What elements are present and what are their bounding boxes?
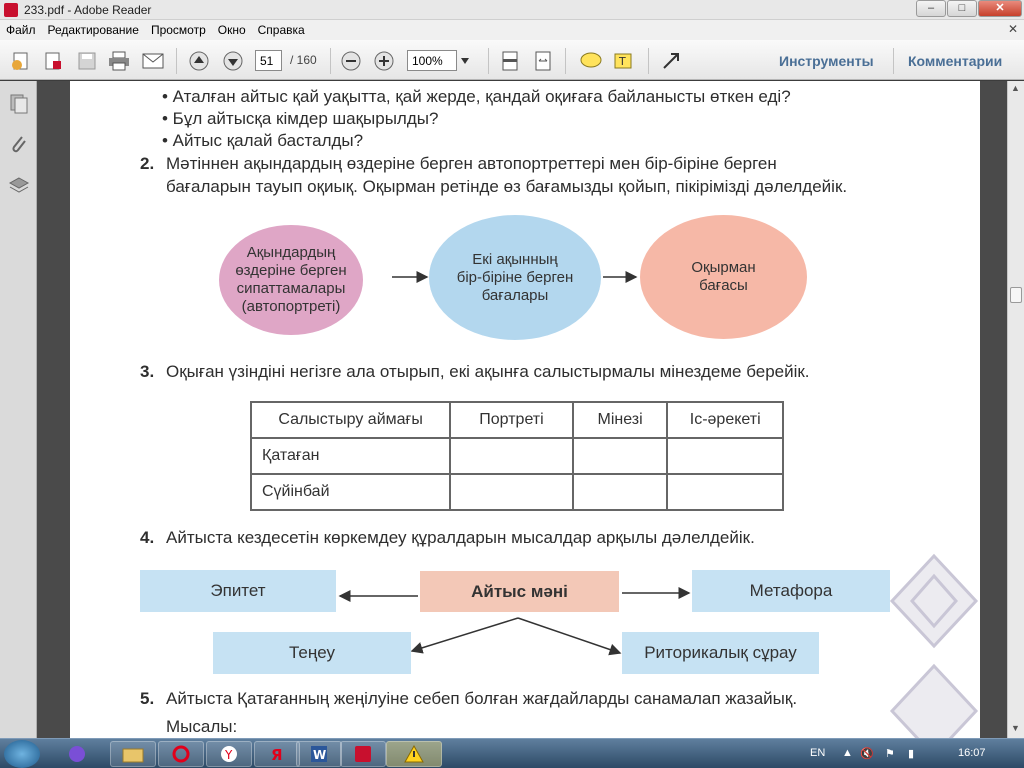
title-bar: 233.pdf - Adobe Reader – □ ✕: [0, 0, 1024, 20]
box-epithet: Эпитет: [140, 570, 336, 612]
comment-icon[interactable]: [580, 50, 602, 72]
taskbar: Y Я W EN ▲ 🔇 ⚑ ▮ 16:07: [0, 738, 1024, 768]
table-cell: [449, 437, 574, 475]
toolbar: 51 / 160 100% T Инструменты Комментарии: [0, 40, 1024, 80]
zoom-out-icon[interactable]: [340, 50, 362, 72]
page-gutter-left: [37, 81, 70, 738]
svg-text:T: T: [618, 55, 626, 68]
box-comparison: Теңеу: [213, 632, 411, 674]
taskbar-adobe-reader-icon[interactable]: [340, 741, 386, 767]
comments-button[interactable]: Комментарии: [908, 53, 1002, 69]
ornament-decoration: [889, 553, 979, 738]
menu-help[interactable]: Справка: [252, 23, 311, 37]
svg-text:W: W: [313, 748, 326, 762]
edit-pdf-icon[interactable]: [42, 50, 64, 72]
maximize-button[interactable]: □: [947, 0, 977, 17]
navigation-panel: [0, 81, 37, 738]
table-cell: [571, 473, 669, 511]
table-header-cell: Салыстыру аймағы: [249, 401, 452, 439]
tools-button[interactable]: Инструменты: [779, 53, 874, 69]
expand-icon[interactable]: [660, 50, 682, 72]
start-button[interactable]: [4, 740, 40, 768]
menu-bar: Файл Редактирование Просмотр Окно Справк…: [0, 20, 1024, 40]
show-hidden-icons-icon[interactable]: ▲: [842, 747, 853, 759]
fit-page-icon[interactable]: [499, 50, 521, 72]
table-cell: [666, 473, 784, 511]
window-title: 233.pdf - Adobe Reader: [24, 3, 152, 17]
svg-text:Я: Я: [271, 746, 283, 763]
create-pdf-icon[interactable]: [10, 50, 32, 72]
email-icon[interactable]: [142, 50, 164, 72]
adobe-reader-icon: [4, 3, 18, 17]
scroll-down-icon[interactable]: ▼: [1011, 723, 1020, 733]
language-indicator[interactable]: EN: [810, 747, 825, 759]
center-box-aitys-meaning: Айтыс мәні: [420, 571, 619, 612]
menu-edit[interactable]: Редактирование: [42, 23, 145, 37]
table-cell: [666, 437, 784, 475]
document-close-icon[interactable]: ✕: [1008, 22, 1018, 36]
taskbar-explorer-icon[interactable]: [110, 741, 156, 767]
table-row-label: Қатаған: [249, 437, 452, 475]
document-page: • Аталған айтыс қай уақытта, қай жерде, …: [70, 81, 980, 738]
question-5-number: 5.: [140, 689, 155, 708]
example-label: Мысалы:: [166, 717, 238, 736]
question-4-text: Айтыста кездесетін көркемдеу құралдарын …: [166, 528, 755, 547]
attachments-icon[interactable]: [8, 133, 30, 155]
zoom-dropdown-icon[interactable]: [457, 50, 473, 72]
save-icon[interactable]: [76, 50, 98, 72]
question-5-text: Айтыста Қатағанның жеңілуіне себеп болға…: [166, 689, 798, 708]
box-rhetorical-question: Риторикалық сұрау: [622, 632, 819, 674]
table-cell: [571, 437, 669, 475]
pages-icon[interactable]: [8, 93, 30, 115]
question-3-text: Оқыған үзіндіні негізге ала отырып, екі …: [166, 362, 810, 381]
close-button[interactable]: ✕: [978, 0, 1022, 17]
question-3-number: 3.: [140, 362, 155, 381]
zoom-in-icon[interactable]: [373, 50, 395, 72]
layers-icon[interactable]: [8, 175, 30, 197]
table-row: Сүйінбай: [249, 473, 784, 511]
table-row: Қатаған: [249, 437, 784, 475]
vertical-scrollbar[interactable]: ▲ ▼: [1007, 81, 1024, 738]
minimize-button[interactable]: –: [916, 0, 946, 17]
previous-page-icon[interactable]: [188, 50, 210, 72]
svg-text:Y: Y: [224, 748, 233, 762]
table-header-cell: Мінезі: [571, 401, 669, 439]
table-header-cell: Іс-әрекеті: [666, 401, 784, 439]
taskbar-yandex-icon[interactable]: Я: [254, 741, 300, 767]
clock[interactable]: 16:07: [958, 747, 986, 759]
print-icon[interactable]: [108, 50, 130, 72]
taskbar-yandex-browser-icon[interactable]: Y: [206, 741, 252, 767]
comparison-table: Салыстыру аймағы Портреті Мінезі Іс-әрек…: [249, 401, 784, 511]
scroll-thumb[interactable]: [1010, 287, 1022, 303]
table-cell: [449, 473, 574, 511]
taskbar-warning-icon[interactable]: [386, 741, 442, 767]
highlight-icon[interactable]: T: [612, 50, 634, 72]
menu-window[interactable]: Окно: [212, 23, 252, 37]
scroll-up-icon[interactable]: ▲: [1011, 83, 1020, 93]
power-icon[interactable]: ▮: [908, 747, 914, 760]
table-header-cell: Портреті: [449, 401, 574, 439]
fit-width-icon[interactable]: [532, 50, 554, 72]
taskbar-app-purple-icon[interactable]: [54, 741, 100, 767]
page-total: / 160: [290, 53, 317, 67]
menu-file[interactable]: Файл: [0, 23, 42, 37]
volume-muted-icon[interactable]: 🔇: [860, 747, 874, 760]
page-gutter-right: [980, 81, 1007, 738]
box-metaphor: Метафора: [692, 570, 890, 612]
next-page-icon[interactable]: [222, 50, 244, 72]
taskbar-word-icon[interactable]: W: [296, 741, 342, 767]
table-row-label: Сүйінбай: [249, 473, 452, 511]
question-4-number: 4.: [140, 528, 155, 547]
zoom-level-input[interactable]: 100%: [407, 50, 457, 71]
table-header-row: Салыстыру аймағы Портреті Мінезі Іс-әрек…: [249, 401, 784, 439]
taskbar-opera-icon[interactable]: [158, 741, 204, 767]
page-number-input[interactable]: 51: [255, 50, 282, 71]
network-icon[interactable]: ⚑: [885, 747, 895, 760]
menu-view[interactable]: Просмотр: [145, 23, 212, 37]
